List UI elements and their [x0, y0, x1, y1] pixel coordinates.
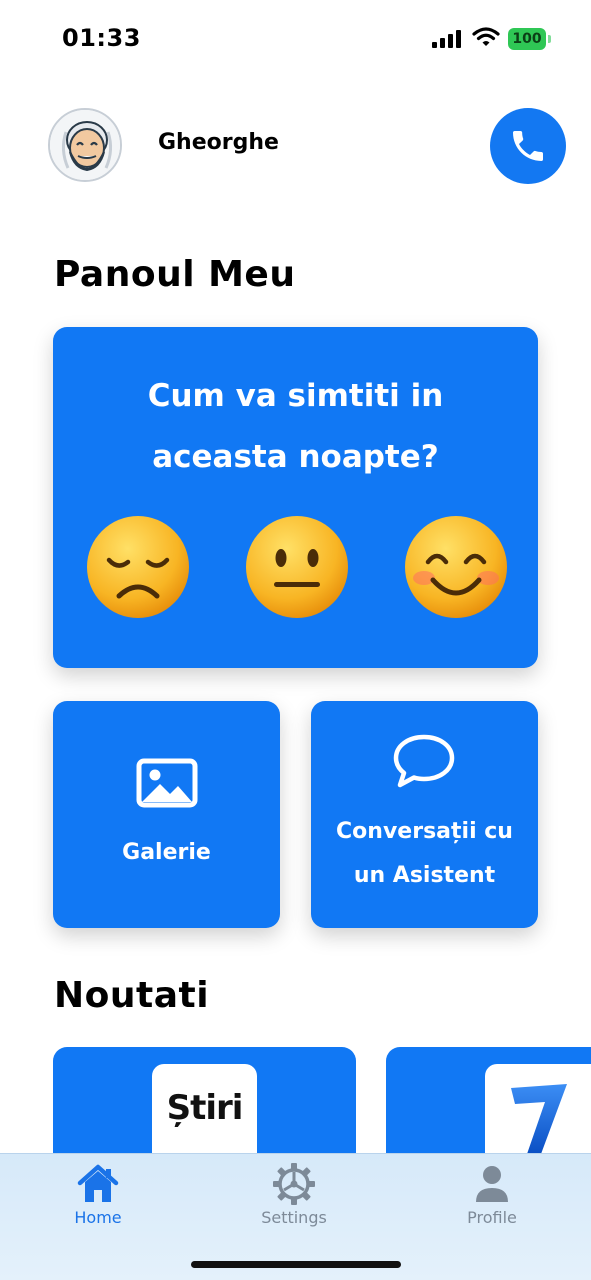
tab-home[interactable]: Home [18, 1154, 178, 1234]
image-gallery-icon [136, 758, 198, 808]
status-time: 01:33 [62, 24, 141, 52]
battery-icon: 100 [508, 28, 546, 50]
assistant-chat-label: Conversații cu un Asistent [311, 810, 538, 898]
user-name: Gheorghe [158, 130, 279, 155]
grandfather-avatar-icon [50, 110, 120, 180]
sad-face-icon[interactable] [85, 514, 191, 620]
tab-settings[interactable]: Settings [214, 1154, 374, 1234]
avatar[interactable] [48, 108, 122, 182]
happy-face-icon[interactable] [403, 514, 509, 620]
blue-seven-logo-icon [511, 1084, 567, 1154]
tab-profile-label: Profile [467, 1208, 517, 1227]
status-bar: 01:33 100 [0, 0, 591, 80]
home-icon [77, 1164, 119, 1202]
neutral-face-icon[interactable] [244, 514, 350, 620]
speech-bubble-icon [393, 734, 455, 788]
news-title: Noutati [54, 975, 210, 1016]
tab-profile[interactable]: Profile [412, 1154, 572, 1234]
mood-question: Cum va simtiti in aceasta noapte? [0, 366, 591, 488]
person-icon [476, 1166, 508, 1202]
stiri-logo-text: Știri [166, 1088, 244, 1128]
mood-question-line1: Cum va simtiti in [147, 378, 444, 414]
wifi-icon [472, 27, 500, 46]
battery-tip [548, 35, 551, 43]
tab-home-label: Home [74, 1208, 122, 1227]
call-button[interactable] [490, 108, 566, 184]
assistant-chat-label-line1: Conversații cu [336, 819, 513, 844]
gear-icon [273, 1163, 315, 1205]
cellular-signal-icon [432, 30, 464, 48]
assistant-chat-label-line2: un Asistent [353, 863, 496, 888]
dashboard-title: Panoul Meu [54, 254, 296, 295]
tab-settings-label: Settings [261, 1208, 327, 1227]
gallery-tile[interactable] [53, 701, 280, 928]
home-indicator [191, 1261, 401, 1268]
gallery-label: Galerie [122, 840, 211, 865]
phone-icon [513, 131, 543, 161]
mood-question-line2: aceasta noapte? [152, 439, 439, 475]
